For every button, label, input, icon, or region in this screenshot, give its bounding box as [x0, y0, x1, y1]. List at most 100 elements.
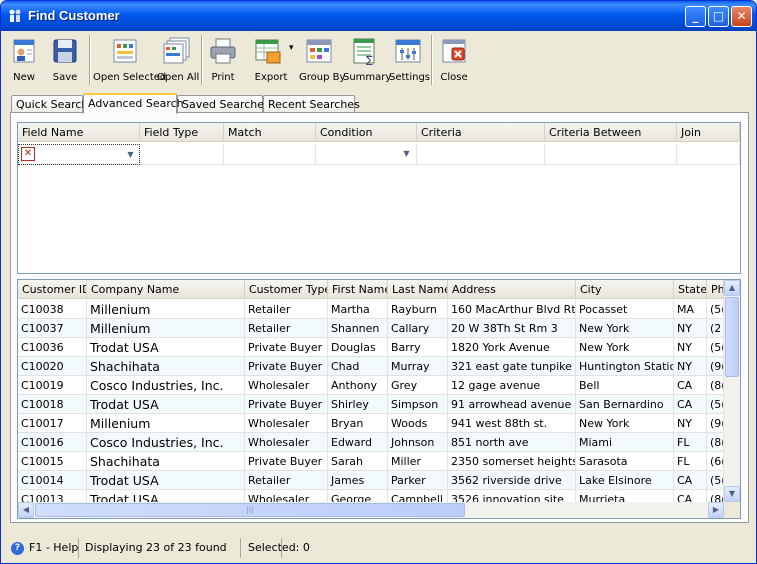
cell-customer-id: C10019 — [18, 376, 87, 395]
cell-company-name: Millenium — [87, 319, 245, 338]
field-name-combo[interactable]: ✕ ▼ — [18, 144, 140, 165]
field-type-cell[interactable] — [140, 144, 224, 165]
col-condition[interactable]: Condition — [316, 123, 417, 142]
cell-address: 941 west 88th st. — [448, 414, 576, 433]
print-button[interactable]: Print — [205, 33, 241, 87]
cell-first-name: James — [328, 471, 388, 490]
cell-last-name: Grey — [388, 376, 448, 395]
scroll-right-button[interactable]: ▶ — [708, 502, 724, 518]
col-criteria-between[interactable]: Criteria Between — [545, 123, 677, 142]
tab-recent-searches[interactable]: Recent Searches — [263, 95, 360, 113]
horizontal-scrollbar[interactable]: ◀ ||| ▶ — [18, 502, 724, 518]
cell-address: 2350 somerset heights — [448, 452, 576, 471]
condition-combo[interactable]: ▼ — [316, 144, 417, 165]
cell-phone: (9( — [707, 357, 724, 376]
table-row[interactable]: C10015 Shachihata Private Buyer Sarah Miller… — [18, 452, 724, 471]
close-window-icon — [439, 36, 469, 66]
table-row[interactable]: C10019 Cosco Industries, Inc. Wholesaler An… — [18, 376, 724, 395]
cell-address: 1820 York Avenue — [448, 338, 576, 357]
cell-customer-id: C10036 — [18, 338, 87, 357]
table-row[interactable]: C10014 Trodat USA Retailer James Parker 3562 … — [18, 471, 724, 490]
scroll-down-button[interactable]: ▼ — [724, 486, 740, 502]
cell-last-name: Callary — [388, 319, 448, 338]
col-match[interactable]: Match — [224, 123, 316, 142]
tab-quick-search[interactable]: Quick Search — [11, 95, 88, 113]
cell-phone: (5( — [707, 471, 724, 490]
cell-customer-type: Retailer — [245, 300, 328, 319]
table-row[interactable]: C10020 Shachihata Private Buyer Chad Murray 3… — [18, 357, 724, 376]
cell-address: 160 MacArthur Blvd Rt 28 — [448, 300, 576, 319]
export-button[interactable]: ▾ Export — [245, 33, 303, 87]
cell-customer-id: C10015 — [18, 452, 87, 471]
chevron-down-icon[interactable]: ▼ — [123, 147, 138, 163]
scroll-up-button[interactable]: ▲ — [724, 280, 740, 296]
settings-button[interactable]: Settings — [389, 33, 430, 87]
tab-advanced-search[interactable]: Advanced Search — [83, 93, 184, 114]
cell-company-name: Shachihata — [87, 452, 245, 471]
close-window-button[interactable]: ✕ — [731, 6, 752, 27]
vertical-scroll-thumb[interactable] — [725, 297, 739, 377]
vertical-scrollbar[interactable]: ▲ ▼ — [724, 280, 740, 502]
help-text: F1 - Help — [29, 538, 79, 558]
cell-state: NY — [674, 414, 707, 433]
tab-saved-searches[interactable]: Saved Searches — [177, 95, 270, 113]
join-cell[interactable] — [677, 144, 740, 165]
col-customer-type[interactable]: Customer Type — [245, 280, 328, 299]
export-icon — [253, 36, 283, 66]
app-icon — [7, 8, 23, 24]
group-by-button[interactable]: Group By — [299, 33, 345, 87]
export-label: Export — [254, 72, 288, 83]
export-dropdown-arrow[interactable]: ▾ — [289, 43, 294, 53]
cell-company-name: Trodat USA — [87, 395, 245, 414]
maximize-button[interactable]: □ — [708, 6, 729, 27]
cell-last-name: Johnson — [388, 433, 448, 452]
cell-phone: (2 — [707, 319, 724, 338]
col-phone[interactable]: Ph — [707, 280, 724, 299]
open-all-button[interactable]: Open All — [157, 33, 200, 87]
table-row[interactable]: C10018 Trodat USA Private Buyer Shirley Simp… — [18, 395, 724, 414]
col-field-type[interactable]: Field Type — [140, 123, 224, 142]
save-button[interactable]: Save — [45, 33, 85, 87]
new-button[interactable]: New — [5, 33, 43, 87]
col-state[interactable]: State — [674, 280, 707, 299]
cell-first-name: Anthony — [328, 376, 388, 395]
table-row[interactable]: C10017 Millenium Wholesaler Bryan Woods 941 w… — [18, 414, 724, 433]
table-row[interactable]: C10016 Cosco Industries, Inc. Wholesaler Ed… — [18, 433, 724, 452]
col-first-name[interactable]: First Name — [328, 280, 388, 299]
open-all-label: Open All — [157, 72, 200, 83]
col-customer-id[interactable]: Customer ID — [18, 280, 87, 299]
col-city[interactable]: City — [576, 280, 674, 299]
cell-company-name: Millenium — [87, 414, 245, 433]
criteria-cell[interactable] — [417, 144, 545, 165]
close-button[interactable]: Close — [435, 33, 473, 87]
criteria-between-cell[interactable] — [545, 144, 677, 165]
cell-address: 3562 riverside drive — [448, 471, 576, 490]
cell-first-name: Martha — [328, 300, 388, 319]
match-cell[interactable] — [224, 144, 316, 165]
col-company-name[interactable]: Company Name — [87, 280, 245, 299]
cell-phone: (5( — [707, 338, 724, 357]
toolbar-separator — [89, 35, 91, 85]
scroll-left-button[interactable]: ◀ — [18, 502, 34, 518]
minimize-button[interactable]: _ — [685, 6, 706, 27]
col-address[interactable]: Address — [448, 280, 576, 299]
col-join[interactable]: Join — [677, 123, 740, 142]
cell-phone: (8( — [707, 376, 724, 395]
horizontal-scroll-thumb[interactable]: ||| — [35, 503, 465, 517]
help-icon[interactable]: ? — [11, 542, 24, 555]
col-field-name[interactable]: Field Name — [18, 123, 140, 142]
title-bar[interactable]: Find Customer _ □ ✕ — [1, 1, 756, 31]
col-criteria[interactable]: Criteria — [417, 123, 545, 142]
summary-button[interactable]: ∑ Summary — [343, 33, 391, 87]
table-row[interactable]: C10037 Millenium Retailer Shannen Callary 20 … — [18, 319, 724, 338]
cell-customer-type: Private Buyer — [245, 338, 328, 357]
delete-row-icon[interactable]: ✕ — [21, 147, 35, 161]
open-selected-button[interactable]: Open Selected — [93, 33, 166, 87]
table-row[interactable]: C10036 Trodat USA Private Buyer Douglas Barr… — [18, 338, 724, 357]
save-label: Save — [52, 72, 78, 83]
criteria-grid: Field Name Field Type Match Condition Cr… — [17, 122, 741, 274]
col-last-name[interactable]: Last Name — [388, 280, 448, 299]
table-row[interactable]: C10038 Millenium Retailer Martha Rayburn 160 … — [18, 300, 724, 319]
chevron-down-icon[interactable]: ▼ — [399, 146, 414, 162]
cell-customer-id: C10018 — [18, 395, 87, 414]
